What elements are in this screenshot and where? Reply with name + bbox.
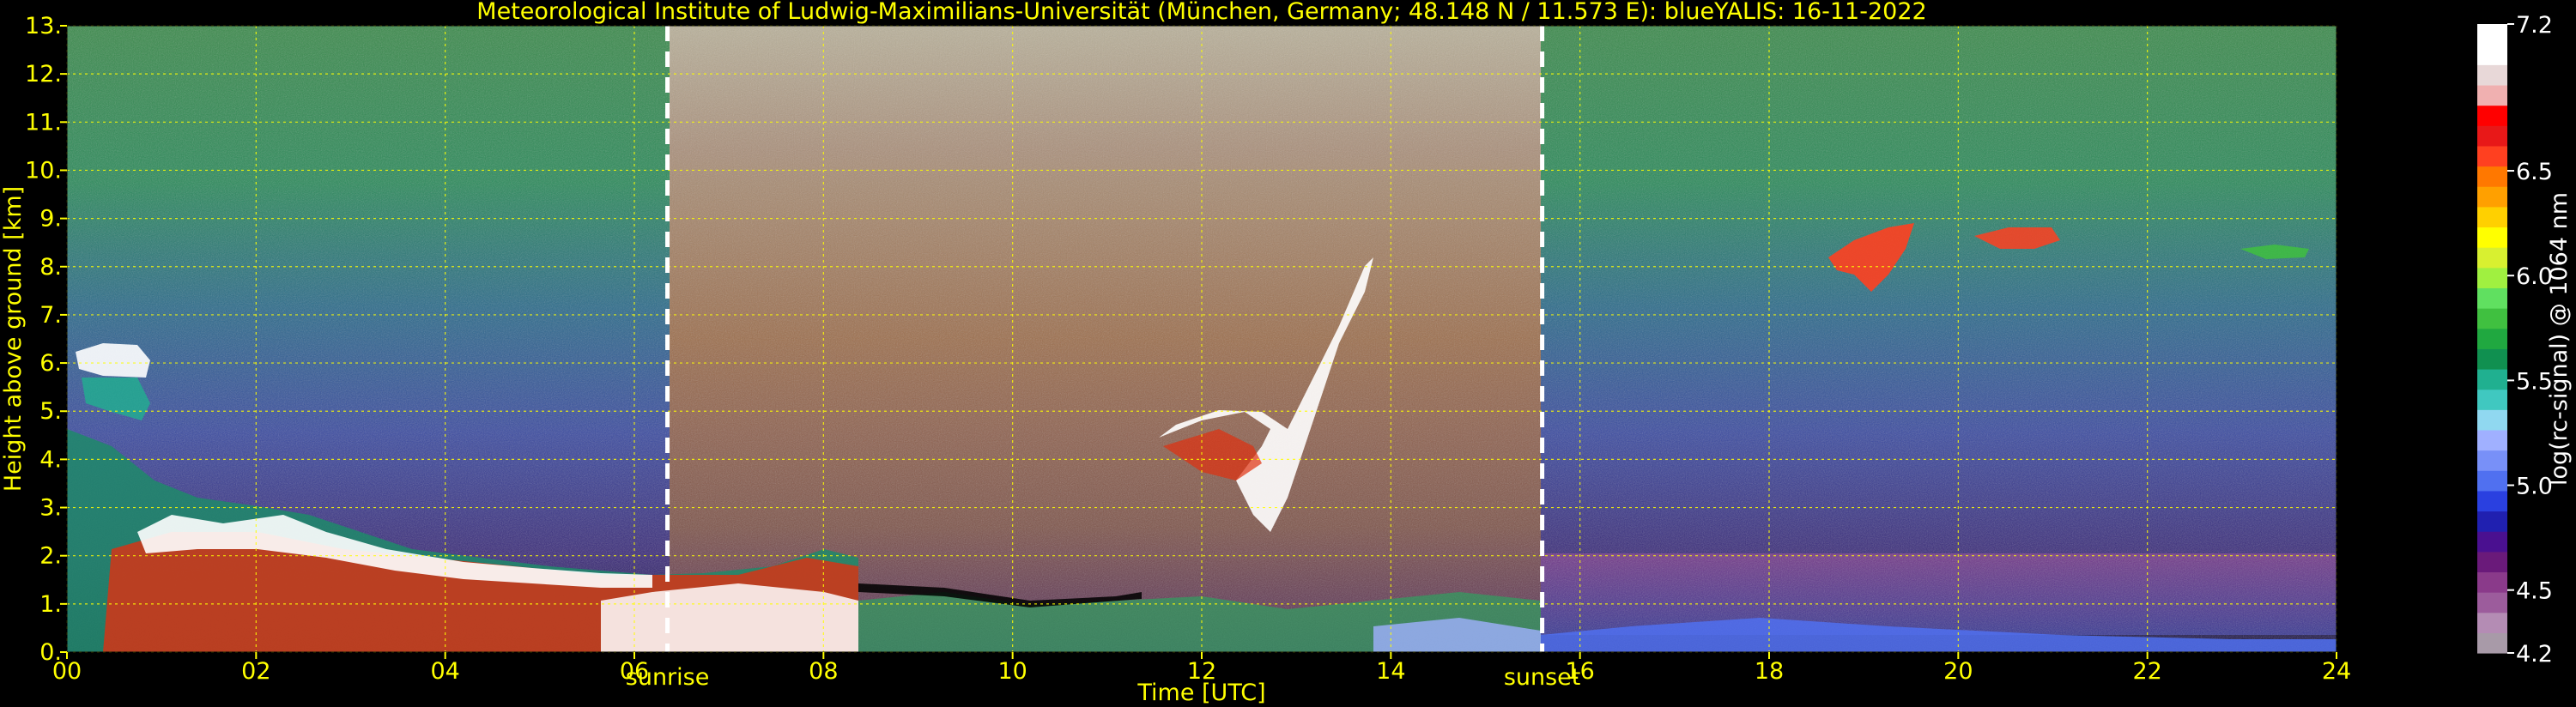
colorbar-segment — [2477, 348, 2507, 370]
lidar-chart: sunrise sunset 00 02 04 06 08 10 12 14 16 18 20 22 24… — [0, 0, 2573, 706]
colorbar-segment — [2477, 429, 2507, 451]
colorbar-segment — [2477, 84, 2507, 106]
x-tick-label: 16 — [1565, 658, 1594, 685]
colorbar-segment — [2477, 145, 2507, 167]
colorbar-segment — [2477, 592, 2507, 613]
y-tick-label: 5. — [39, 398, 62, 425]
colorbar-segment — [2477, 511, 2507, 532]
colorbar-segment — [2477, 490, 2507, 512]
y-tick-label: 7. — [39, 302, 62, 329]
colorbar-segment — [2477, 186, 2507, 208]
y-tick-label: 9. — [39, 206, 62, 233]
y-tick-label: 11. — [25, 109, 62, 136]
colorbar-segment — [2477, 470, 2507, 492]
y-axis-label: Height above ground [km] — [0, 186, 27, 492]
colorbar-segment — [2477, 632, 2507, 654]
colorbar-segment — [2477, 409, 2507, 431]
x-axis-label: Time [UTC] — [1136, 680, 1265, 706]
colorbar-tick-label: 4.2 — [2516, 641, 2553, 668]
y-tick-label: 13. — [25, 13, 62, 39]
colorbar-segment — [2477, 450, 2507, 471]
colorbar-segment — [2477, 166, 2507, 187]
chart-title: Meteorological Institute of Ludwig-Maxim… — [476, 0, 1926, 25]
x-tick-label: 20 — [1943, 658, 1973, 685]
x-tick-label: 08 — [809, 658, 838, 685]
y-axis: 0. 1. 2. 3. 4. 5. 6. 7. 8. 9. 10. 11. 12. 13. — [25, 13, 67, 666]
colorbar-segment — [2477, 125, 2507, 147]
colorbar-segment — [2477, 267, 2507, 288]
colorbar-segment — [2477, 206, 2507, 228]
y-tick-label: 0. — [39, 639, 62, 666]
colorbar-segment — [2477, 571, 2507, 593]
colorbar-segment — [2477, 612, 2507, 633]
y-tick-label: 12. — [25, 61, 62, 88]
y-tick-label: 8. — [39, 254, 62, 281]
x-tick-label: 10 — [997, 658, 1027, 685]
colorbar-tick-label: 7.2 — [2516, 12, 2553, 39]
colorbar-segment — [2477, 44, 2507, 65]
colorbar: 4.24.55.05.56.06.57.2 — [2477, 12, 2553, 668]
x-tick-label: 06 — [620, 658, 649, 685]
colorbar-segment — [2477, 551, 2507, 573]
y-tick-label: 6. — [39, 350, 62, 377]
y-tick-label: 1. — [39, 591, 62, 618]
colorbar-segment — [2477, 64, 2507, 86]
colorbar-segment — [2477, 389, 2507, 410]
colorbar-segment — [2477, 247, 2507, 269]
colorbar-segment — [2477, 308, 2507, 329]
colorbar-segment — [2477, 328, 2507, 349]
colorbar-segment — [2477, 368, 2507, 390]
x-tick-label: 02 — [241, 658, 270, 685]
colorbar-segment — [2477, 287, 2507, 309]
x-tick-label: 22 — [2132, 658, 2161, 685]
y-tick-label: 3. — [39, 495, 62, 522]
y-tick-label: 2. — [39, 543, 62, 570]
colorbar-label: log(rc-signal) @ 1064 nm — [2546, 192, 2573, 486]
x-tick-label: 04 — [430, 658, 459, 685]
x-tick-label: 18 — [1755, 658, 1784, 685]
y-tick-label: 10. — [25, 157, 62, 184]
x-tick-label: 24 — [2322, 658, 2351, 685]
x-tick-label: 14 — [1376, 658, 1405, 685]
colorbar-segment — [2477, 227, 2507, 248]
colorbar-segment — [2477, 531, 2507, 553]
colorbar-segment — [2477, 105, 2507, 126]
colorbar-tick-label: 4.5 — [2516, 578, 2553, 605]
colorbar-tick-label: 6.5 — [2516, 159, 2553, 185]
colorbar-segment — [2477, 24, 2507, 45]
y-tick-label: 4. — [39, 446, 62, 473]
